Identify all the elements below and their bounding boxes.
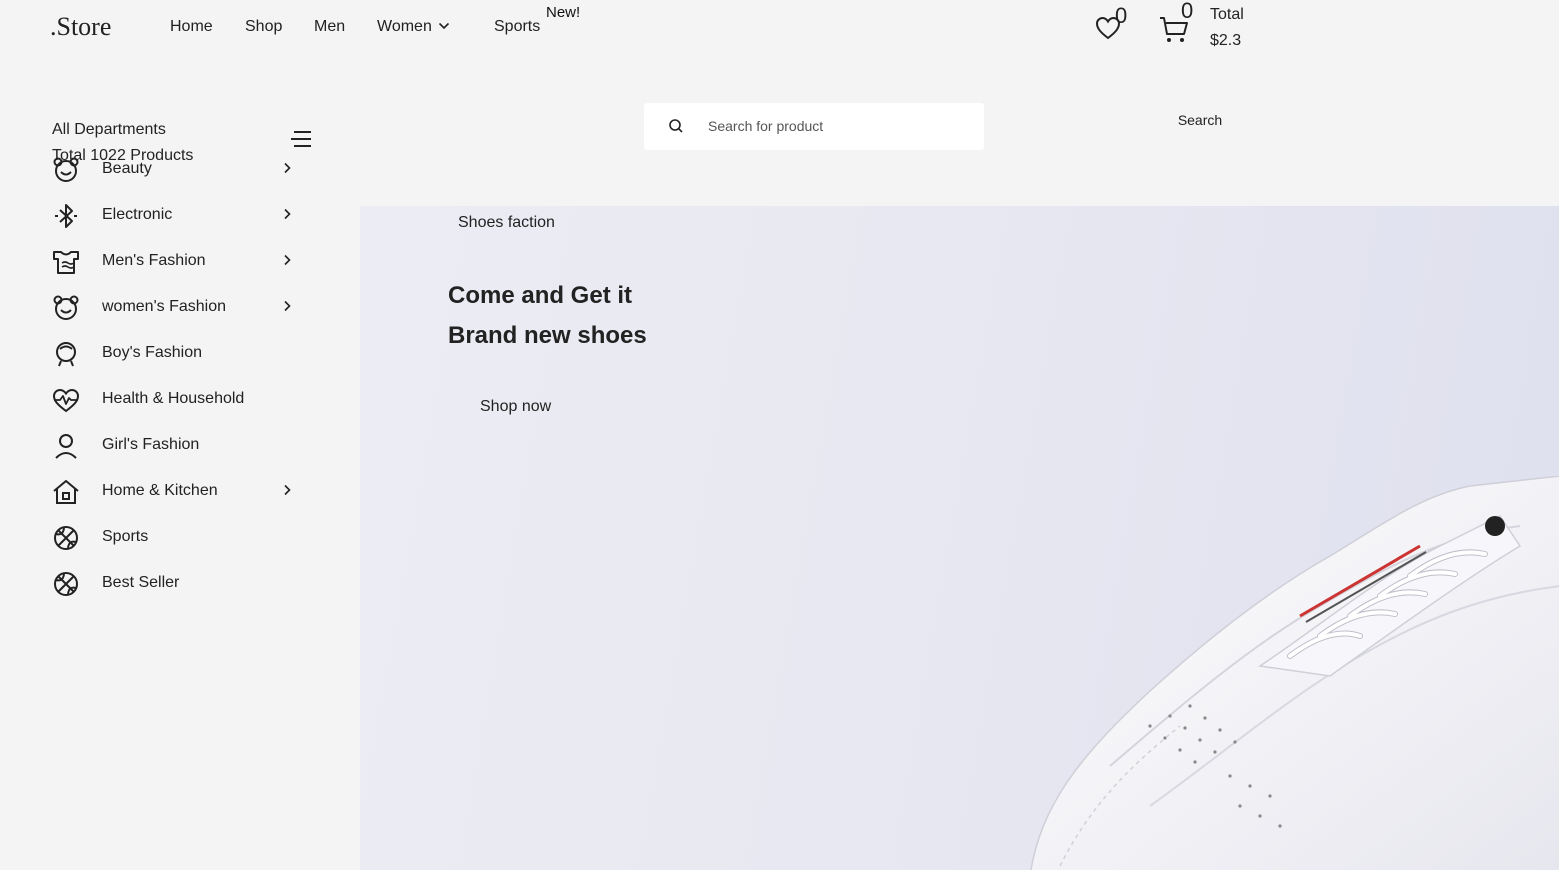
chevron-right-icon bbox=[284, 162, 291, 174]
bear-face-icon bbox=[53, 295, 79, 320]
category-label: Beauty bbox=[102, 160, 152, 177]
category-item-beauty[interactable]: Beauty bbox=[52, 154, 302, 186]
departments-title: All Departments bbox=[52, 121, 166, 138]
cart-total-label: Total bbox=[1210, 6, 1244, 23]
category-label: Electronic bbox=[102, 206, 173, 223]
category-label: Boy's Fashion bbox=[102, 344, 202, 361]
hero-banner: Shoes faction Come and Get it Brand new … bbox=[360, 206, 1559, 870]
bear-face-icon bbox=[53, 157, 79, 182]
category-item-electronic[interactable]: Electronic bbox=[52, 200, 302, 232]
chevron-right-icon bbox=[284, 208, 291, 220]
boy-face-icon bbox=[56, 342, 76, 367]
wishlist-count: 0 bbox=[1115, 3, 1128, 28]
category-label: Men's Fashion bbox=[102, 252, 206, 269]
heart-pulse-icon bbox=[52, 388, 80, 413]
search-input[interactable] bbox=[706, 111, 966, 141]
menu-toggle-button[interactable] bbox=[290, 130, 312, 153]
category-item-womens-fashion[interactable]: women's Fashion bbox=[52, 292, 302, 324]
category-label: Home & Kitchen bbox=[102, 482, 218, 499]
bluetooth-icon bbox=[55, 204, 77, 228]
nav-women-label: Women bbox=[377, 18, 432, 35]
nav-home[interactable]: Home bbox=[170, 18, 213, 36]
chevron-right-icon bbox=[284, 254, 291, 266]
cart-total-amount: $2.3 bbox=[1210, 32, 1242, 49]
basketball-icon bbox=[54, 572, 78, 596]
house-icon bbox=[53, 480, 79, 504]
person-icon bbox=[55, 434, 77, 459]
search-bar bbox=[644, 103, 984, 150]
hero-subtitle: Shoes faction bbox=[458, 214, 555, 231]
category-item-health-household[interactable]: Health & Household bbox=[52, 384, 302, 416]
hero-headline-line2: Brand new shoes bbox=[448, 321, 647, 349]
category-item-girls-fashion[interactable]: Girl's Fashion bbox=[52, 430, 302, 462]
store-logo[interactable]: .Store bbox=[50, 12, 111, 42]
nav-men[interactable]: Men bbox=[314, 18, 345, 36]
hero-headline-line1: Come and Get it bbox=[448, 282, 633, 309]
category-item-best-seller[interactable]: Best Seller bbox=[52, 568, 302, 600]
search-button[interactable]: Search bbox=[1160, 108, 1240, 132]
sneaker-image bbox=[1030, 476, 1559, 870]
category-item-mens-fashion[interactable]: Men's Fashion bbox=[52, 246, 302, 278]
basketball-icon bbox=[54, 526, 78, 550]
chevron-down-icon bbox=[438, 22, 449, 29]
shop-now-button[interactable]: Shop now bbox=[460, 394, 571, 420]
nav-shop[interactable]: Shop bbox=[245, 18, 282, 36]
new-badge: New! bbox=[546, 4, 581, 21]
cart-count: 0 bbox=[1181, 0, 1194, 23]
nav-sports[interactable]: Sports bbox=[494, 18, 540, 36]
category-label: Sports bbox=[102, 528, 149, 545]
search-icon bbox=[669, 119, 683, 133]
category-label: Girl's Fashion bbox=[102, 436, 200, 453]
hero-headline: Come and Get it Brand new shoes bbox=[448, 276, 647, 355]
shirt-icon bbox=[53, 251, 79, 274]
chevron-right-icon bbox=[284, 484, 291, 496]
category-label: women's Fashion bbox=[102, 298, 226, 315]
hamburger-icon bbox=[291, 131, 311, 147]
category-item-sports[interactable]: Sports bbox=[52, 522, 302, 554]
chevron-right-icon bbox=[284, 300, 291, 312]
nav-women[interactable]: Women bbox=[377, 18, 450, 36]
category-item-boys-fashion[interactable]: Boy's Fashion bbox=[52, 338, 302, 370]
category-label: Health & Household bbox=[102, 390, 245, 407]
category-item-home-kitchen[interactable]: Home & Kitchen bbox=[52, 476, 302, 508]
category-label: Best Seller bbox=[102, 574, 180, 591]
